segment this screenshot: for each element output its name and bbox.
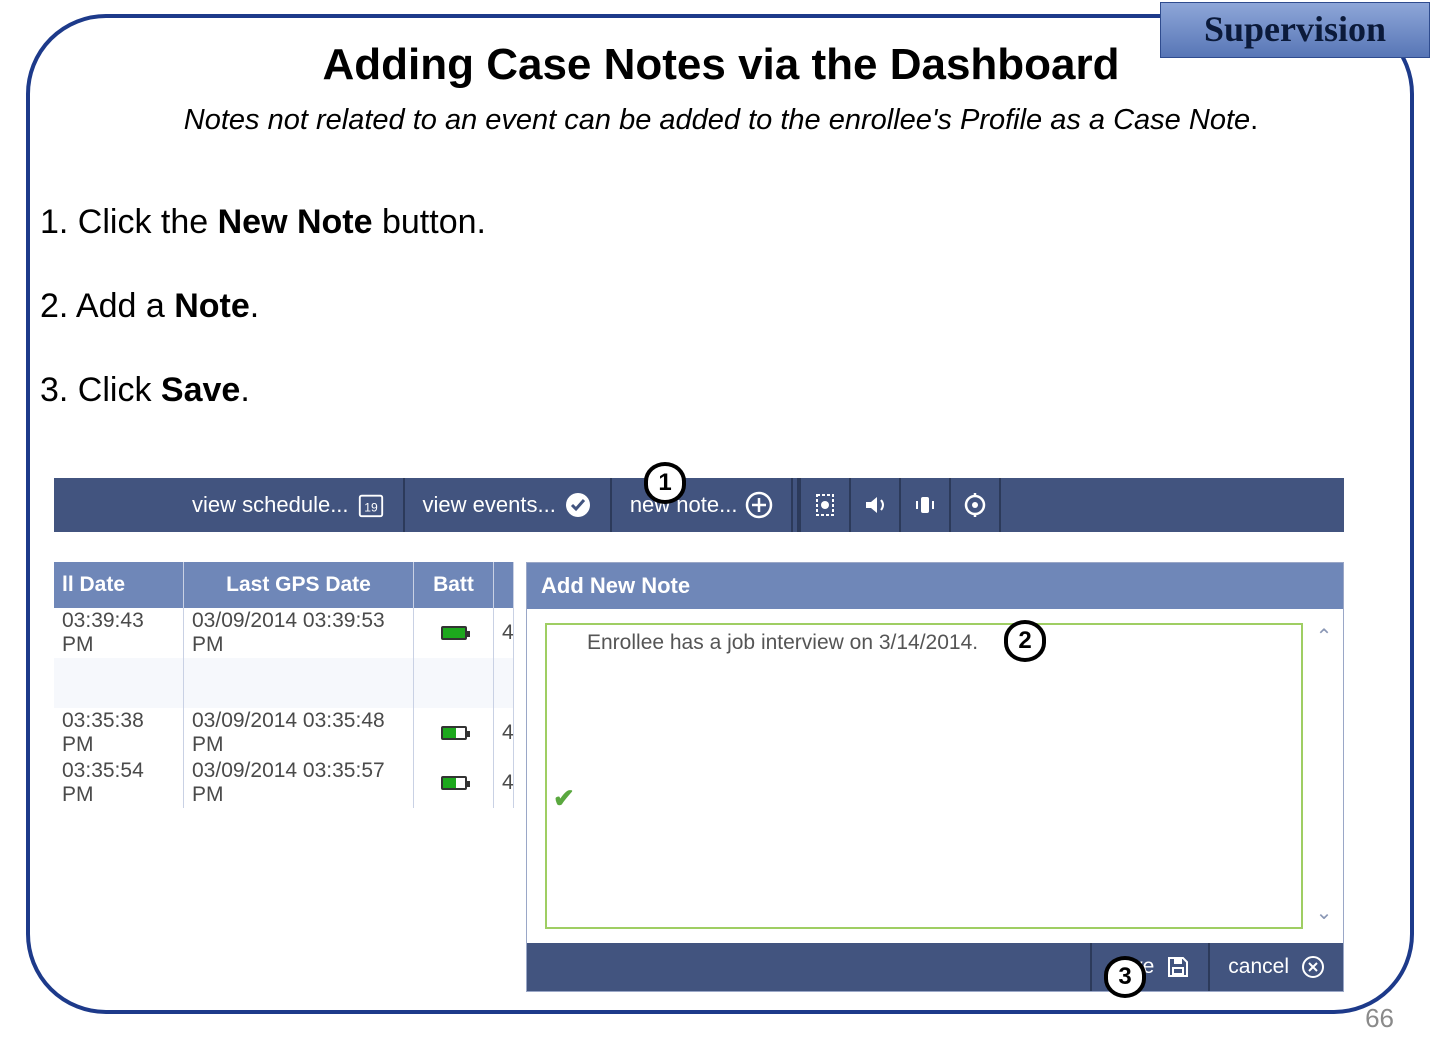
col-header-gps: Last GPS Date <box>184 562 414 608</box>
subtitle-period: . <box>1250 104 1258 136</box>
dashboard-toolbar: view schedule... 19 view events... new n… <box>54 478 1344 532</box>
enrollee-grid: ll Date Last GPS Date Batt 03:39:43 PM 0… <box>54 562 514 992</box>
table-row[interactable]: 03:35:38 PM 03/09/2014 03:35:48 PM 4 <box>54 708 514 758</box>
callout-marker-3: 3 <box>1104 956 1146 998</box>
scroll-down-icon[interactable]: ⌄ <box>1313 903 1335 925</box>
speaker-icon <box>861 491 889 519</box>
svg-text:19: 19 <box>364 501 378 515</box>
target-icon-button[interactable] <box>951 478 1001 532</box>
step-3-bold: Save <box>161 371 240 409</box>
step-2: 2. Add a Note. <box>40 284 1382 328</box>
add-note-dialog: Add New Note Enrollee has a job intervie… <box>526 562 1344 992</box>
zone-icon-button[interactable] <box>801 478 851 532</box>
dialog-footer: save cancel <box>527 943 1343 991</box>
cell-batt <box>414 708 494 758</box>
step-3: 3. Click Save. <box>40 368 1382 412</box>
step-1: 1. Click the New Note button. <box>40 200 1382 244</box>
spellcheck-ok-icon: ✔ <box>553 783 575 814</box>
plus-circle-icon <box>745 491 773 519</box>
new-note-button[interactable]: new note... <box>612 478 794 532</box>
step-1-post: button. <box>373 203 486 241</box>
table-row[interactable]: 03:35:54 PM 03/09/2014 03:35:57 PM 4 <box>54 758 514 808</box>
cell-extra: 4 <box>494 708 514 758</box>
step-3-post: . <box>240 371 249 409</box>
step-2-bold: Note <box>174 287 250 325</box>
grid-header-row: ll Date Last GPS Date Batt <box>54 562 514 608</box>
target-icon <box>961 491 989 519</box>
cell-date: 03:39:43 PM <box>54 608 184 658</box>
step-1-pre: 1. Click the <box>40 203 218 241</box>
new-note-label: new note... <box>630 492 738 518</box>
cell-gps: 03/09/2014 03:35:57 PM <box>184 758 414 808</box>
scroll-up-icon[interactable]: ⌃ <box>1313 627 1335 649</box>
sound-icon-button[interactable] <box>851 478 901 532</box>
cell-date: 03:35:38 PM <box>54 708 184 758</box>
cell-extra: 4 <box>494 608 514 658</box>
dialog-title: Add New Note <box>527 563 1343 609</box>
col-header-date: ll Date <box>54 562 184 608</box>
col-header-batt: Batt <box>414 562 494 608</box>
note-content: Enrollee has a job interview on 3/14/201… <box>587 631 978 655</box>
instruction-steps: 1. Click the New Note button. 2. Add a N… <box>40 200 1382 453</box>
step-2-pre: 2. Add a <box>40 287 174 325</box>
checkmark-circle-icon <box>564 491 592 519</box>
cell-gps: 03/09/2014 03:35:48 PM <box>184 708 414 758</box>
step-3-pre: 3. Click <box>40 371 161 409</box>
callout-marker-2: 2 <box>1004 620 1046 662</box>
cell-batt <box>414 608 494 658</box>
cancel-label: cancel <box>1228 955 1289 979</box>
battery-full-icon <box>441 626 467 640</box>
cancel-x-circle-icon <box>1301 955 1325 979</box>
page-number: 66 <box>1365 1003 1394 1034</box>
col-header-extra <box>494 562 514 608</box>
subtitle-text: Notes not related to an event can be add… <box>184 104 1250 136</box>
calendar-icon: 19 <box>357 491 385 519</box>
slide-subtitle: Notes not related to an event can be add… <box>0 104 1442 137</box>
vibrate-icon-button[interactable] <box>901 478 951 532</box>
cell-gps: 03/09/2014 03:39:53 PM <box>184 608 414 658</box>
view-schedule-button[interactable]: view schedule... 19 <box>174 478 405 532</box>
step-1-bold: New Note <box>218 203 373 241</box>
table-row-blank <box>54 658 514 708</box>
battery-low-icon <box>441 776 467 790</box>
dialog-body: Enrollee has a job interview on 3/14/201… <box>527 609 1343 943</box>
section-tab-supervision: Supervision <box>1160 2 1430 58</box>
step-2-post: . <box>250 287 259 325</box>
cell-extra: 4 <box>494 758 514 808</box>
view-events-label: view events... <box>423 492 556 518</box>
view-events-button[interactable]: view events... <box>405 478 612 532</box>
view-schedule-label: view schedule... <box>192 492 349 518</box>
vibrate-icon <box>911 491 939 519</box>
table-row[interactable]: 03:39:43 PM 03/09/2014 03:39:53 PM 4 <box>54 608 514 658</box>
note-textarea[interactable]: Enrollee has a job interview on 3/14/201… <box>545 623 1303 929</box>
zone-icon <box>811 491 839 519</box>
battery-low-icon <box>441 726 467 740</box>
cancel-button[interactable]: cancel <box>1208 943 1343 991</box>
cell-date: 03:35:54 PM <box>54 758 184 808</box>
dashboard-screenshot: view schedule... 19 view events... new n… <box>54 478 1344 992</box>
cell-batt <box>414 758 494 808</box>
callout-marker-1: 1 <box>644 462 686 504</box>
toolbar-separator <box>793 478 801 532</box>
save-disk-icon <box>1166 955 1190 979</box>
